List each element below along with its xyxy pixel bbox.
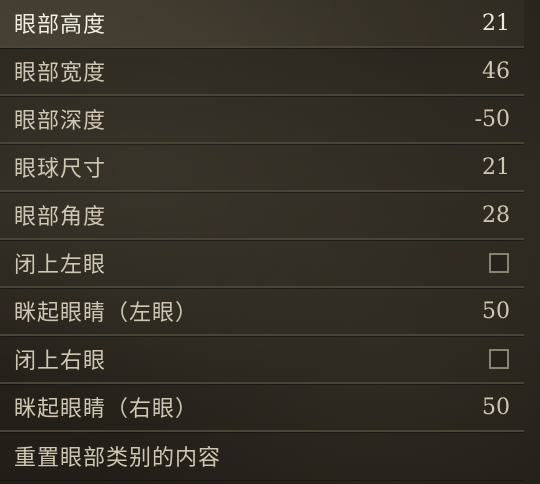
eye-depth-label: 眼部深度	[14, 109, 107, 134]
reset-eye-category-row[interactable]: 重置眼部类别的内容	[0, 432, 524, 480]
eye-height-value[interactable]: 21	[482, 11, 510, 36]
close-right-eye-label: 闭上右眼	[14, 349, 107, 374]
close-left-eye-checkbox[interactable]	[489, 253, 509, 273]
eye-depth-value[interactable]: -50	[475, 107, 510, 132]
close-right-eye-row[interactable]: 闭上右眼	[0, 336, 524, 384]
close-left-eye-label: 闭上左眼	[14, 253, 107, 278]
eye-depth-row[interactable]: 眼部深度 -50	[0, 96, 524, 144]
squint-right-eye-value[interactable]: 50	[482, 395, 510, 420]
eye-width-value[interactable]: 46	[482, 59, 510, 84]
close-right-eye-checkbox[interactable]	[489, 349, 509, 369]
squint-left-eye-value[interactable]: 50	[482, 299, 510, 324]
eyeball-size-label: 眼球尺寸	[14, 157, 107, 182]
eye-angle-label: 眼部角度	[14, 205, 107, 230]
squint-right-eye-label: 眯起眼睛（右眼）	[14, 397, 199, 422]
eye-angle-value[interactable]: 28	[482, 203, 510, 228]
eye-settings-panel: 眼部高度 21 眼部宽度 46 眼部深度 -50 眼球尺寸 21 眼部角度 28…	[0, 0, 540, 484]
eyeball-size-row[interactable]: 眼球尺寸 21	[0, 144, 524, 192]
eye-height-row[interactable]: 眼部高度 21	[0, 0, 524, 48]
squint-right-eye-row[interactable]: 眯起眼睛（右眼） 50	[0, 384, 524, 432]
eye-height-label: 眼部高度	[14, 13, 107, 38]
eyeball-size-value[interactable]: 21	[482, 155, 510, 180]
squint-left-eye-label: 眯起眼睛（左眼）	[14, 301, 199, 326]
eye-width-label: 眼部宽度	[14, 61, 107, 86]
reset-eye-category-label: 重置眼部类别的内容	[14, 446, 222, 471]
eye-angle-row[interactable]: 眼部角度 28	[0, 192, 524, 240]
close-left-eye-row[interactable]: 闭上左眼	[0, 240, 524, 288]
eye-width-row[interactable]: 眼部宽度 46	[0, 48, 524, 96]
squint-left-eye-row[interactable]: 眯起眼睛（左眼） 50	[0, 288, 524, 336]
